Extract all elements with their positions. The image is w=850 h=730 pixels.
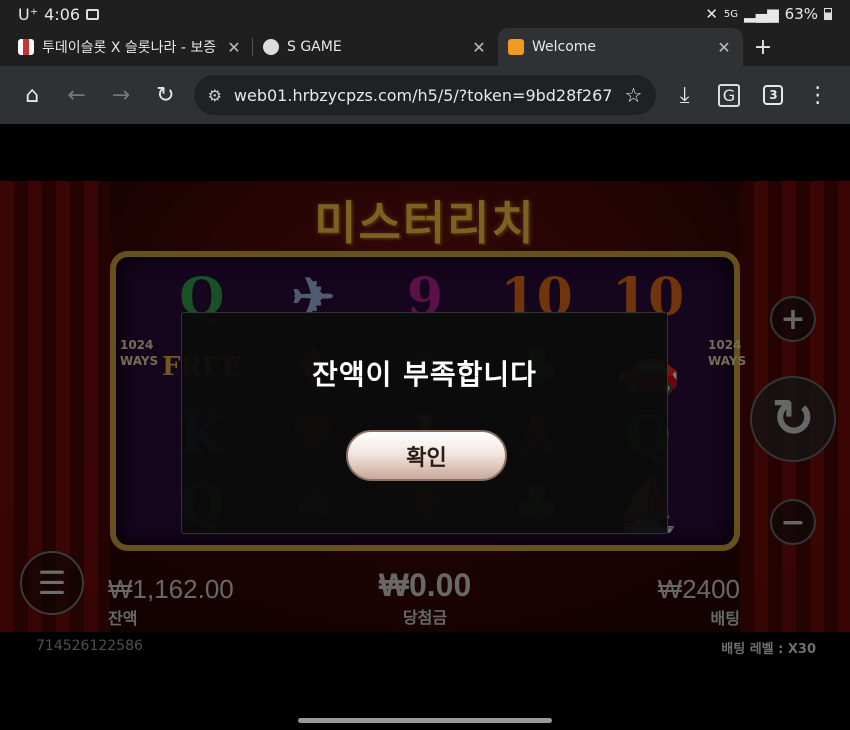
tab-count: 3 (763, 85, 784, 105)
more-menu-icon[interactable]: ⋮ (796, 75, 840, 115)
network-label: 5G (723, 8, 739, 20)
reload-icon[interactable]: ↻ (143, 75, 187, 115)
browser-toolbar: ⌂ ← → ↻ ⚙ web01.hrbzycpzs.com/h5/5/?toke… (0, 66, 850, 124)
site-settings-icon[interactable]: ⚙ (208, 86, 222, 105)
gallery-icon (86, 8, 100, 20)
slot-favicon-icon (18, 39, 34, 55)
close-icon[interactable]: ✕ (470, 38, 488, 57)
home-icon[interactable]: ⌂ (10, 75, 54, 115)
mute-icon: ✕ (705, 5, 718, 23)
tab-sgame[interactable]: S GAME ✕ (253, 28, 498, 66)
clock: 4:06 (44, 4, 81, 24)
translate-icon[interactable]: G (707, 75, 751, 115)
tab-title: 투데이슬롯 X 슬롯나라 - 보증금 (42, 40, 217, 56)
url-text[interactable]: web01.hrbzycpzs.com/h5/5/?token=9bd28f26… (234, 86, 613, 105)
new-tab-button[interactable]: + (743, 28, 783, 66)
tab-strip: 투데이슬롯 X 슬롯나라 - 보증금 ✕ S GAME ✕ Welcome ✕ … (0, 28, 850, 66)
download-icon[interactable]: ⤓ (662, 75, 706, 115)
bet-level: 배팅 레벨 : X30 (721, 642, 816, 657)
carrier-label: U⁺ (18, 4, 39, 24)
game-id: 714526122586 (36, 638, 143, 654)
tab-switcher-button[interactable]: 3 (751, 75, 795, 115)
close-icon[interactable]: ✕ (225, 38, 243, 57)
tab-welcome[interactable]: Welcome ✕ (498, 28, 743, 66)
game-footer: 714526122586 배팅 레벨 : X30 (0, 632, 850, 730)
confirm-button[interactable]: 확인 (346, 430, 507, 481)
back-icon[interactable]: ← (54, 75, 98, 115)
forward-icon[interactable]: → (99, 75, 143, 115)
globe-icon (263, 39, 279, 55)
tab-title: Welcome (532, 39, 597, 55)
cq-favicon-icon (508, 39, 524, 55)
close-icon[interactable]: ✕ (715, 38, 733, 57)
gesture-bar[interactable] (298, 718, 552, 723)
dialog-message: 잔액이 부족합니다 (312, 358, 537, 391)
tab-title: S GAME (287, 39, 342, 55)
tab-todayslot[interactable]: 투데이슬롯 X 슬롯나라 - 보증금 ✕ (8, 28, 253, 66)
signal-icon: ▂▄▆ (744, 5, 779, 23)
battery-percent: 63% (784, 5, 818, 23)
address-bar[interactable]: ⚙ web01.hrbzycpzs.com/h5/5/?token=9bd28f… (193, 75, 657, 115)
battery-icon (824, 8, 832, 20)
bookmark-star-icon[interactable]: ☆ (624, 83, 642, 107)
status-bar: U⁺ 4:06 ✕ 5G ▂▄▆ 63% (0, 0, 850, 28)
insufficient-balance-dialog: 잔액이 부족합니다 확인 (181, 312, 668, 534)
